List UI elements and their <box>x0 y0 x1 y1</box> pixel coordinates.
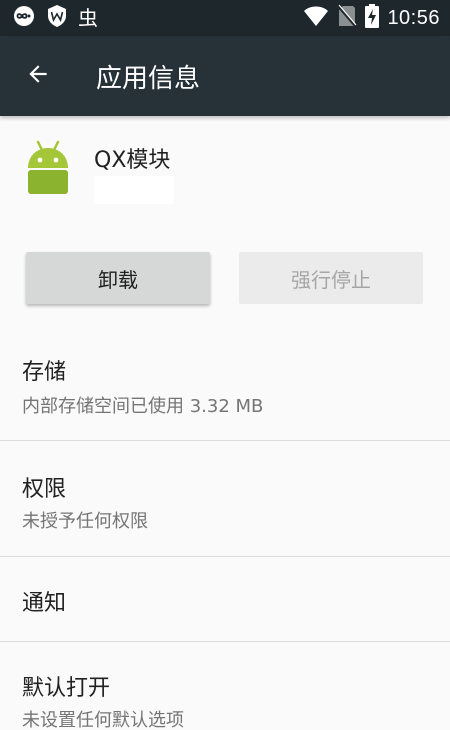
status-right-icons: 10:56 <box>303 0 440 36</box>
open-by-default-summary: 未设置任何默认选项 <box>22 710 184 730</box>
storage-item[interactable]: 存储 内部存储空间已使用 3.32 MB <box>0 330 450 440</box>
storage-summary: 内部存储空间已使用 3.32 MB <box>22 396 264 417</box>
shield-w-icon <box>46 4 68 32</box>
back-button[interactable] <box>18 56 58 96</box>
notifications-title: 通知 <box>22 591 67 616</box>
page-title: 应用信息 <box>96 63 201 94</box>
notifications-item[interactable]: 通知 <box>0 557 450 641</box>
app-name: QX模块 <box>94 148 171 173</box>
status-left-icons: 虫 <box>12 0 98 36</box>
status-time: 10:56 <box>387 6 440 29</box>
wifi-icon <box>303 5 329 31</box>
permissions-summary: 未授予任何权限 <box>22 511 148 532</box>
battery-charging-icon <box>365 4 380 32</box>
toolbar: 应用信息 <box>0 36 450 116</box>
arrow-back-icon <box>25 61 51 91</box>
app-version-redacted <box>94 176 174 204</box>
uninstall-button[interactable]: 卸载 <box>26 252 210 304</box>
bug-icon: 虫 <box>78 6 98 30</box>
status-bar: 虫 10:56 <box>0 0 450 36</box>
permissions-title: 权限 <box>22 477 67 502</box>
storage-title: 存储 <box>22 360 67 385</box>
android-icon <box>24 140 72 196</box>
open-by-default-title: 默认打开 <box>22 676 111 701</box>
permissions-item[interactable]: 权限 未授予任何权限 <box>0 441 450 556</box>
no-sim-icon <box>337 4 358 32</box>
app-info-screen: 虫 10:56 应用信息 QX模块 卸载 强行停止 存储 内部存储空间已使用 3… <box>0 0 450 730</box>
force-stop-button[interactable]: 强行停止 <box>239 252 423 304</box>
open-by-default-item[interactable]: 默认打开 未设置任何默认选项 <box>0 642 450 730</box>
infinity-icon <box>12 4 36 32</box>
